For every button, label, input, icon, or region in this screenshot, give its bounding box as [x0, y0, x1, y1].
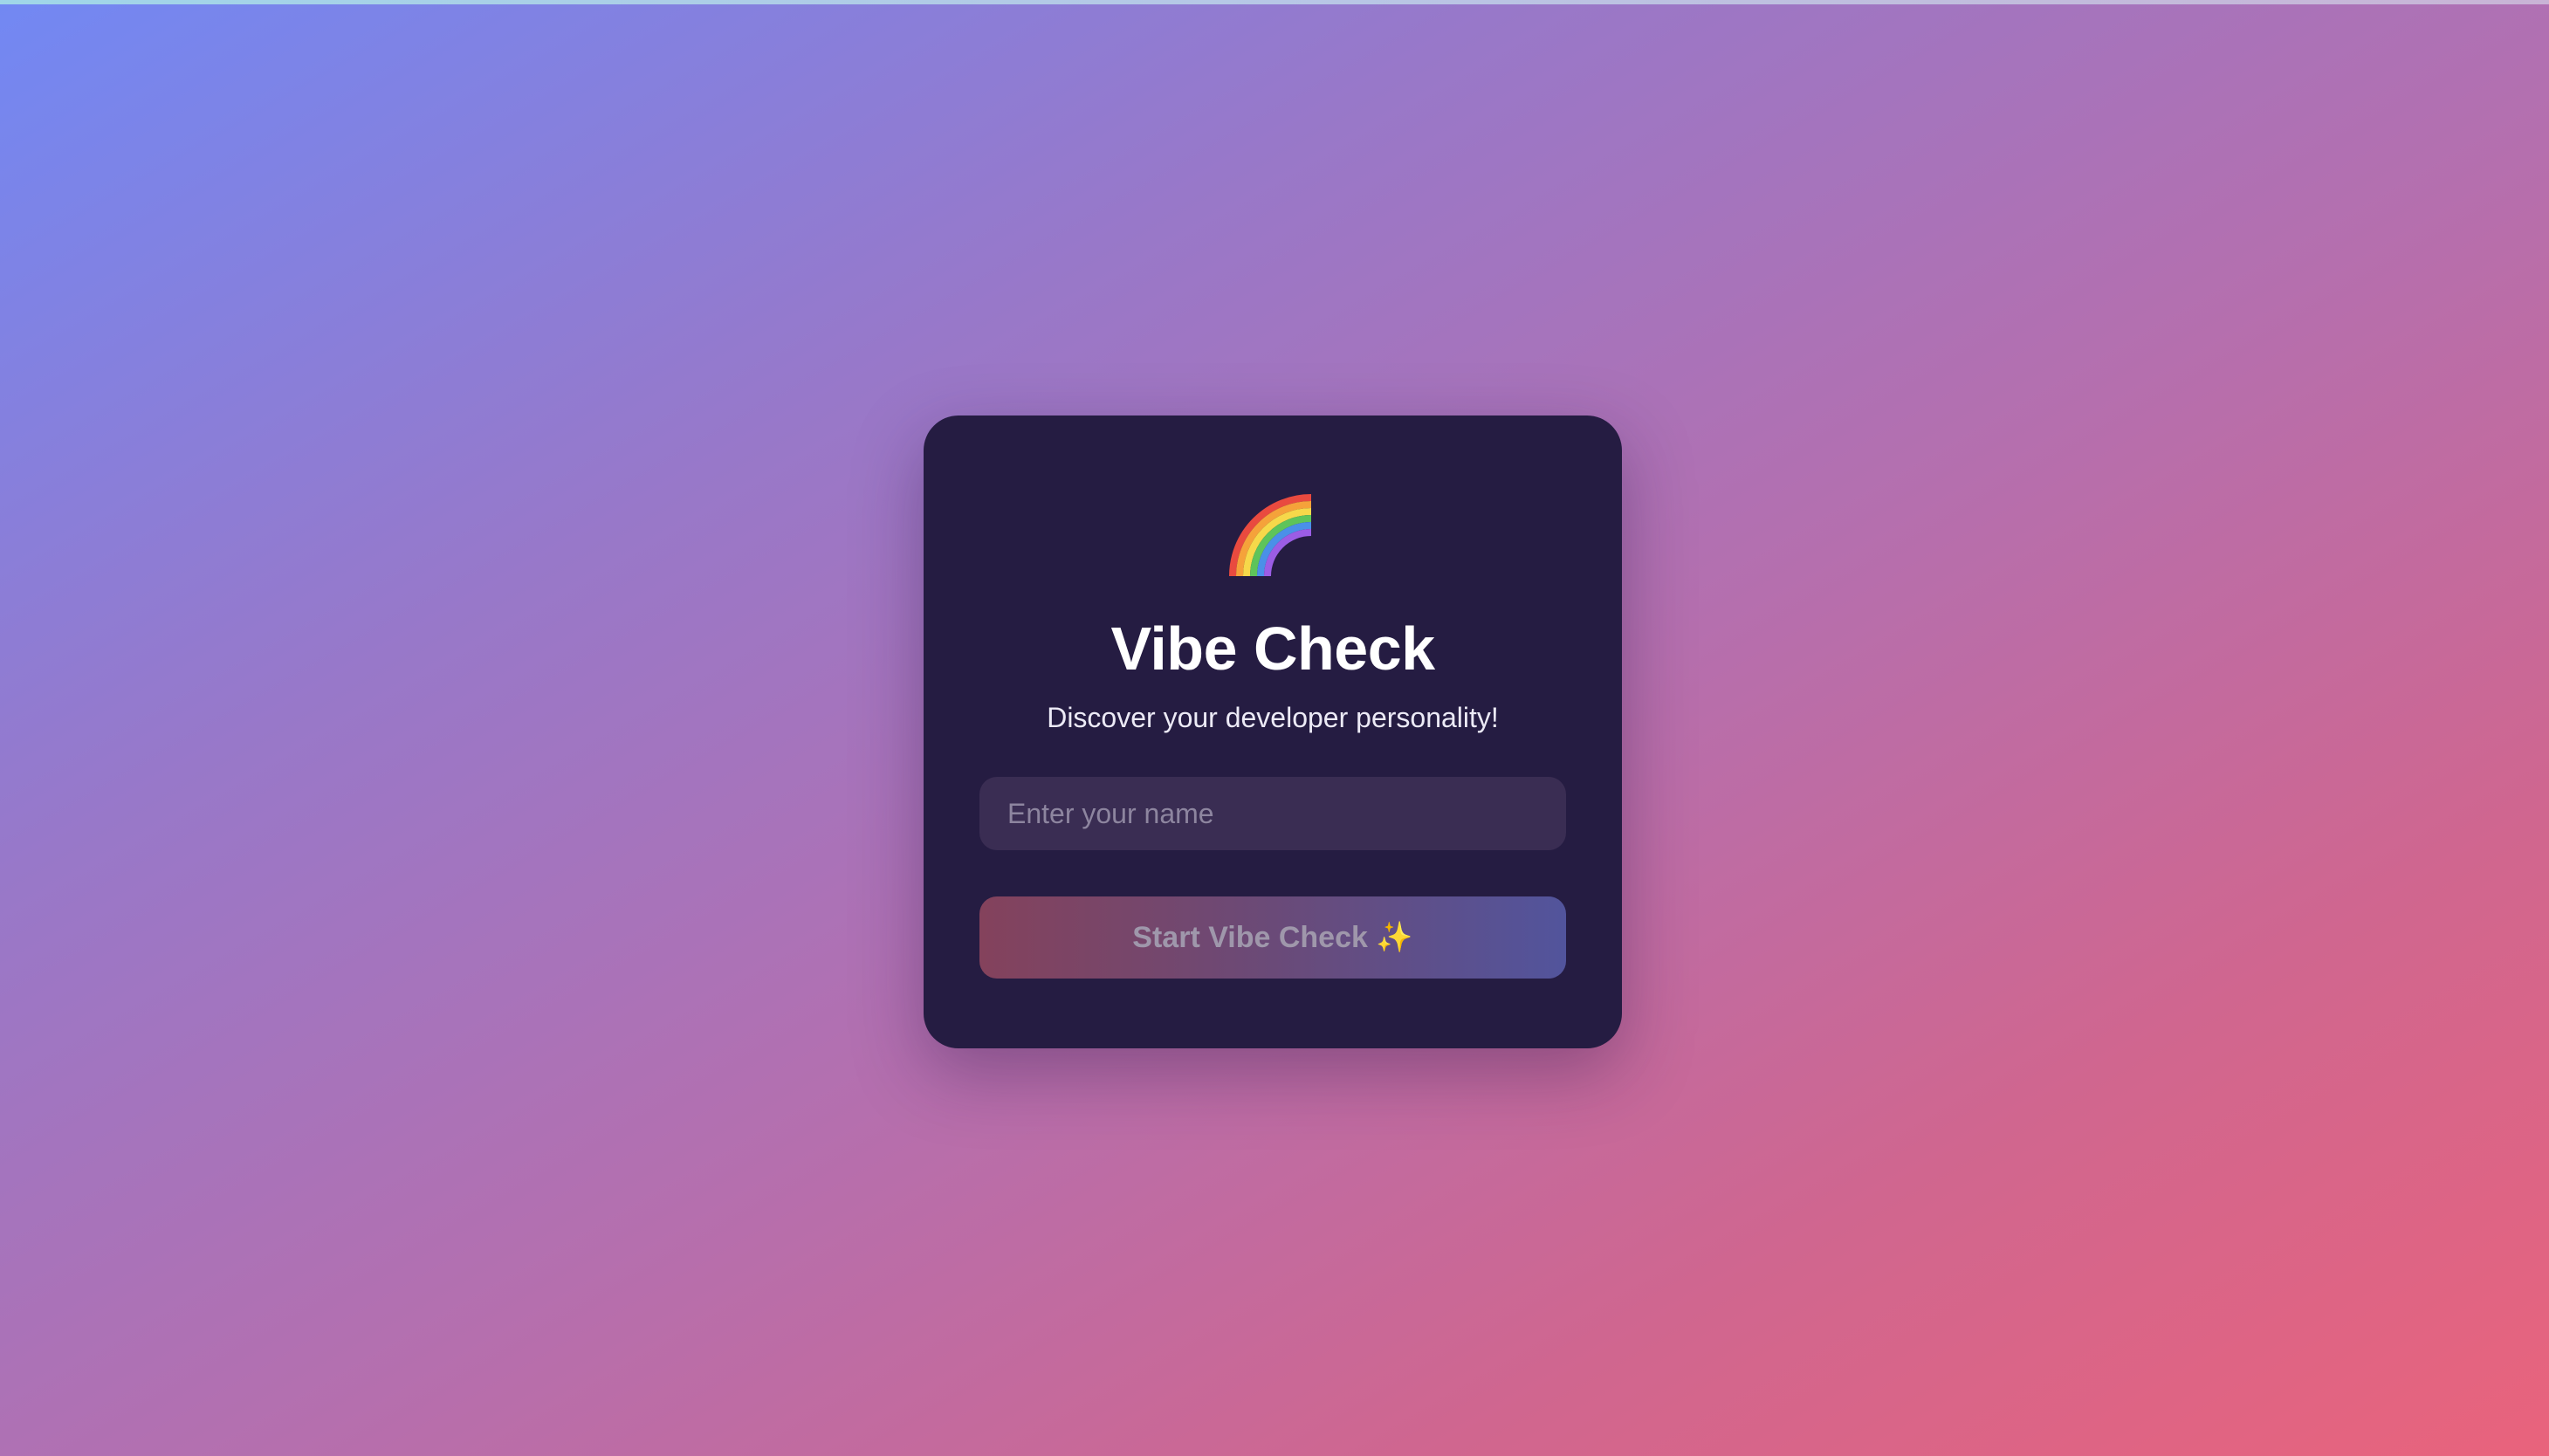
name-input[interactable] — [979, 777, 1566, 850]
window-top-strip — [0, 0, 2549, 4]
vibe-check-card: Vibe Check Discover your developer perso… — [924, 416, 1622, 1048]
start-button-label: Start Vibe Check — [1132, 921, 1377, 954]
sparkles-icon: ✨ — [1376, 921, 1413, 954]
rainbow-icon — [924, 494, 1622, 585]
start-vibe-check-button[interactable]: Start Vibe Check ✨ — [979, 896, 1566, 979]
app-subtitle: Discover your developer personality! — [1047, 702, 1499, 733]
app-title: Vibe Check — [1110, 615, 1435, 683]
